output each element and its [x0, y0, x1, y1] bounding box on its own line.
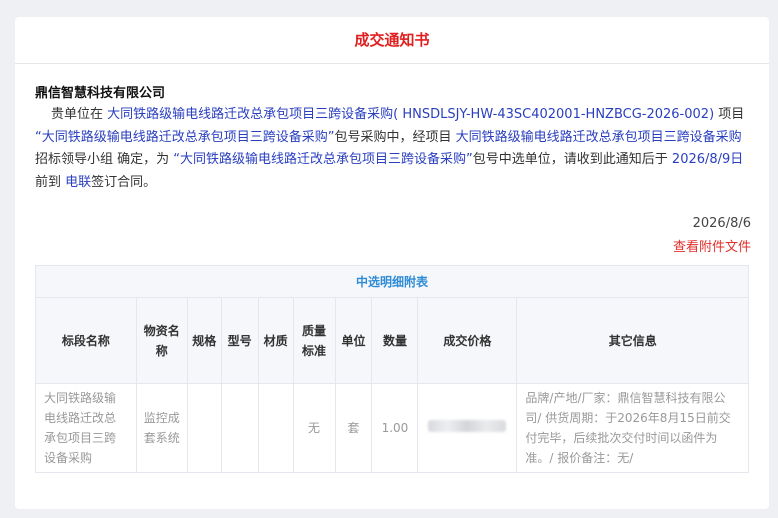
- cell-quantity: 1.00: [371, 383, 419, 473]
- cell-section: 大同铁路级输电线路迁改总承包项目三跨设备采购: [35, 383, 137, 473]
- company-name: 鼎信智慧科技有限公司: [35, 86, 166, 101]
- text-p4: 招标领导小组 确定，为: [35, 152, 170, 167]
- text-p3: 包号采购中，经项目: [334, 129, 452, 145]
- cell-quality: 无: [292, 383, 336, 473]
- view-attachment-link[interactable]: 查看附件文件: [35, 238, 751, 258]
- package-name-2: “大同铁路级输电线路迁改总承包项目三跨设备采购”: [173, 152, 473, 167]
- deadline: 2026/8/9日: [671, 152, 744, 167]
- sign-location: 电联: [65, 174, 92, 190]
- redacted-price: [428, 420, 507, 432]
- col-header-material: 物资名称: [135, 297, 188, 384]
- text-p7: 签订合同。: [91, 174, 157, 190]
- notice-date: 2026/8/6: [692, 216, 751, 231]
- text-p2: 项目: [718, 107, 745, 122]
- notice-title: 成交通知书: [15, 17, 769, 64]
- notice-body: 鼎信智慧科技有限公司 贵单位在 大同铁路级输电线路迁改总承包项目三跨设备采购( …: [15, 84, 769, 258]
- cell-texture: [257, 383, 294, 473]
- project-name: 大同铁路级输电线路迁改总承包项目三跨设备采购: [107, 107, 394, 122]
- text-p6: 前到: [35, 174, 62, 190]
- col-header-section: 标段名称: [35, 297, 137, 384]
- text-p5: 包号中选单位，请收到此通知后于: [472, 152, 668, 167]
- cell-other: 品牌/产地/厂家：鼎信智慧科技有限公司/ 供货周期：于2026年8月15日前交付…: [516, 383, 749, 473]
- col-header-quantity: 数量: [371, 297, 419, 384]
- project-name-2: 大同铁路级输电线路迁改总承包项目三跨设备采购: [455, 129, 742, 145]
- table-row: 大同铁路级输电线路迁改总承包项目三跨设备采购 监控成套系统 无 套 1.00 品…: [35, 383, 749, 473]
- col-header-texture: 材质: [257, 297, 294, 384]
- text-p1: 贵单位在: [51, 107, 104, 122]
- col-header-price: 成交价格: [417, 297, 518, 384]
- cell-model: [220, 383, 259, 473]
- detail-table: 中选明细附表 标段名称 物资名称 规格 型号 材质 质量标准 单位 数量 成交价…: [35, 265, 749, 473]
- cell-spec: [186, 383, 222, 473]
- notice-paragraph: 贵单位在 大同铁路级输电线路迁改总承包项目三跨设备采购( HNSDLSJY-HW…: [35, 104, 751, 194]
- col-header-model: 型号: [220, 297, 259, 384]
- package-name: “大同铁路级输电线路迁改总承包项目三跨设备采购”: [35, 129, 335, 145]
- notice-card: 成交通知书 鼎信智慧科技有限公司 贵单位在 大同铁路级输电线路迁改总承包项目三跨…: [15, 17, 769, 509]
- cell-material: 监控成套系统: [135, 383, 188, 473]
- detail-table-title: 中选明细附表: [35, 265, 749, 298]
- project-code: ( HNSDLSJY-HW-43SC402001-HNZBCG-2026-002…: [393, 107, 715, 122]
- cell-price: [417, 383, 518, 473]
- table-header-row: 标段名称 物资名称 规格 型号 材质 质量标准 单位 数量 成交价格 其它信息: [35, 297, 749, 384]
- col-header-unit: 单位: [334, 297, 373, 384]
- cell-unit: 套: [334, 383, 373, 473]
- col-header-spec: 规格: [186, 297, 222, 384]
- col-header-quality: 质量标准: [292, 297, 336, 384]
- col-header-other: 其它信息: [516, 297, 749, 384]
